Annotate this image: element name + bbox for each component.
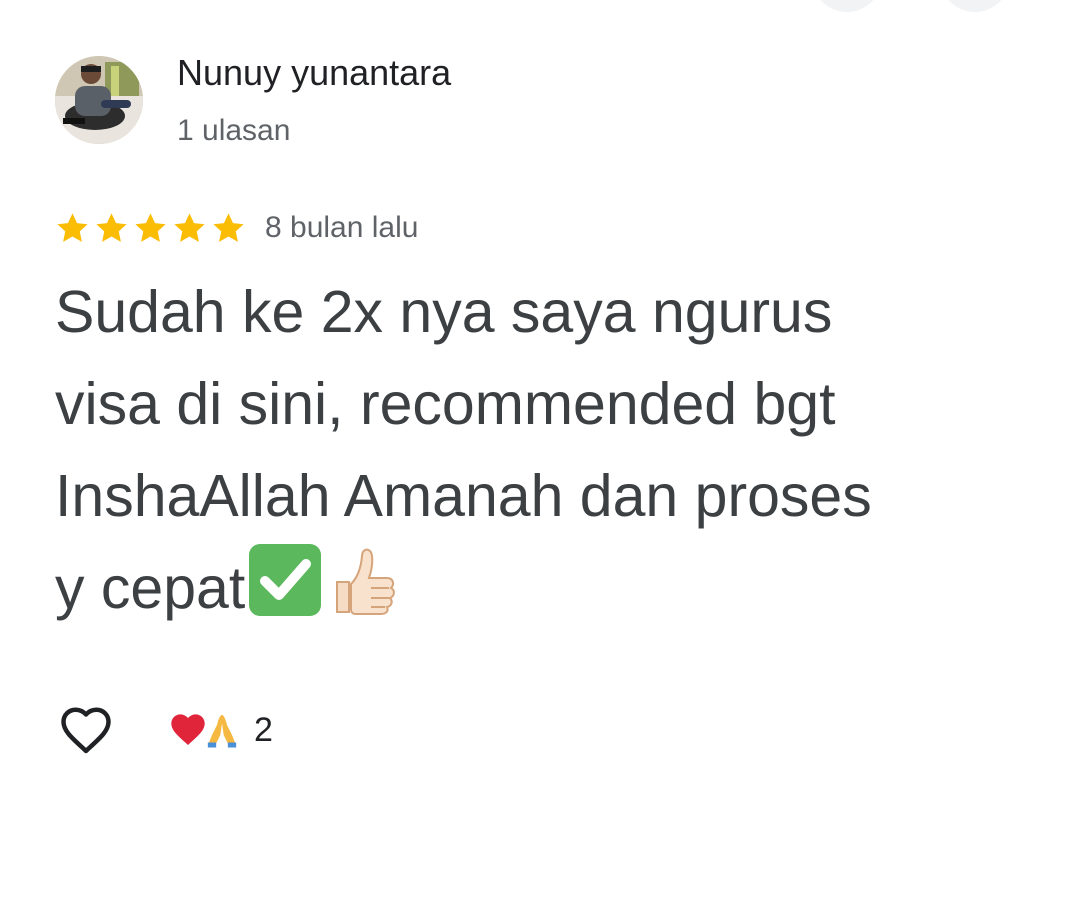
reaction-count: 2 <box>254 710 273 749</box>
star-icon <box>174 212 205 242</box>
review-text-block: Sudah ke 2x nya saya ngurus visa di sini… <box>55 266 1055 634</box>
avatar-photo <box>55 56 143 144</box>
star-icon <box>96 212 127 242</box>
review-text: Sudah ke 2x nya saya ngurus visa di sini… <box>55 279 872 621</box>
top-action-circle-right[interactable] <box>940 0 1010 12</box>
star-icon <box>213 212 244 242</box>
thumbs-up-emoji <box>336 548 396 615</box>
rating-row: 8 bulan lalu <box>54 206 418 250</box>
check-mark-emoji <box>249 544 322 616</box>
review-actions: 2 <box>58 700 273 760</box>
author-review-count: 1 ulasan <box>177 114 291 147</box>
reaction-summary[interactable]: 2 <box>168 710 273 750</box>
avatar[interactable] <box>55 56 143 144</box>
star-icon <box>57 212 88 242</box>
author-name[interactable]: Nunuy yunantara <box>177 52 451 94</box>
review-time: 8 bulan lalu <box>265 211 419 244</box>
star-icon <box>135 212 166 242</box>
top-action-circle-left[interactable] <box>812 0 882 12</box>
heart-outline-icon <box>61 707 111 754</box>
like-button[interactable] <box>56 700 116 760</box>
star-rating <box>54 210 247 247</box>
folded-hands-emoji <box>207 715 237 748</box>
